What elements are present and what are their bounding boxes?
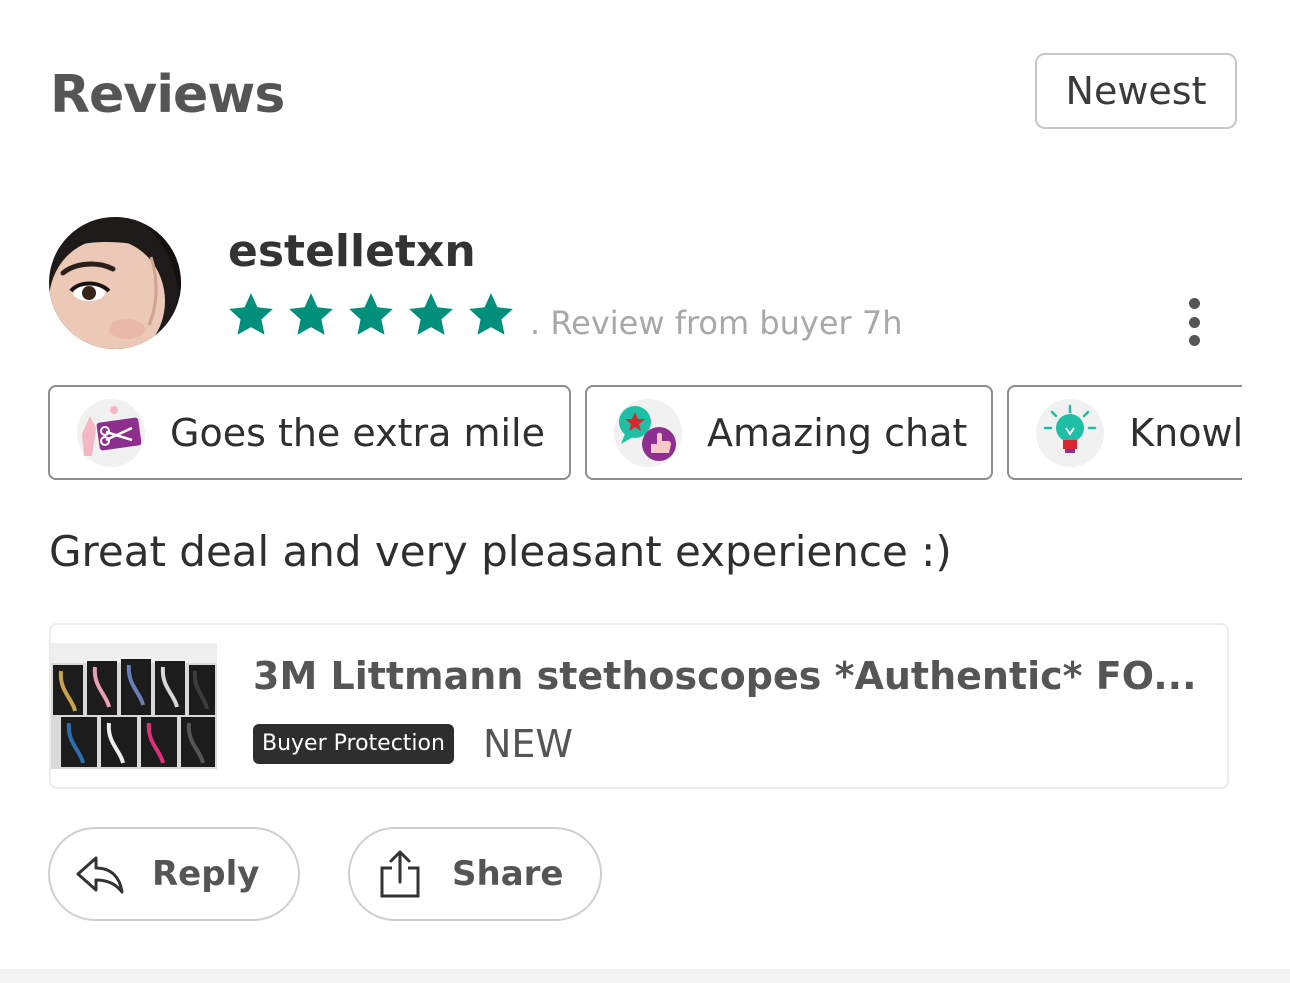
star-icon: [469, 293, 513, 335]
listing-title[interactable]: 3M Littmann stethoscopes *Authentic* FO.…: [253, 651, 1197, 701]
share-label: Share: [452, 854, 564, 894]
reply-button[interactable]: Reply: [48, 827, 300, 921]
star-rating: [226, 290, 516, 340]
listing-thumbnail[interactable]: [51, 643, 217, 769]
gift-card-scissors-icon: [77, 398, 145, 467]
buyer-protection-badge: Buyer Protection: [253, 724, 454, 764]
more-dot-icon: [1188, 298, 1200, 309]
badges-carousel[interactable]: Goes the extra mile Amazing chat Knowl: [48, 385, 1242, 482]
more-dot-icon: [1188, 335, 1200, 346]
star-icon: [409, 293, 453, 335]
sort-newest-button[interactable]: Newest: [1035, 53, 1237, 129]
reviewer-avatar[interactable]: [49, 217, 181, 349]
chat-thumbs-up-icon: [614, 398, 682, 467]
badge-label: Goes the extra mile: [170, 410, 545, 455]
lightbulb-icon: [1036, 398, 1105, 467]
reviewer-username[interactable]: estelletxn: [228, 222, 476, 282]
star-icon: [229, 293, 273, 335]
reply-arrow-icon: [76, 856, 124, 894]
badge-goes-extra-mile[interactable]: Goes the extra mile: [48, 385, 571, 480]
more-dot-icon: [1188, 316, 1200, 328]
review-text: Great deal and very pleasant experience …: [49, 527, 952, 576]
listing-card[interactable]: 3M Littmann stethoscopes *Authentic* FO.…: [49, 623, 1229, 789]
badge-amazing-chat[interactable]: Amazing chat: [585, 385, 994, 480]
star-icon: [289, 293, 333, 335]
more-options-button[interactable]: [1172, 293, 1216, 351]
listing-condition: NEW: [483, 722, 574, 766]
share-icon: [380, 850, 420, 898]
review-meta: . Review from buyer 7h: [530, 304, 903, 342]
section-divider: [0, 969, 1290, 983]
badge-label: Amazing chat: [707, 410, 968, 455]
reply-label: Reply: [152, 854, 260, 894]
star-icon: [349, 293, 393, 335]
badge-knowledgeable[interactable]: Knowledgeable: [1007, 385, 1242, 480]
reviews-title: Reviews: [50, 65, 285, 125]
badge-label: Knowledgeable: [1129, 410, 1242, 455]
share-button[interactable]: Share: [348, 827, 602, 921]
